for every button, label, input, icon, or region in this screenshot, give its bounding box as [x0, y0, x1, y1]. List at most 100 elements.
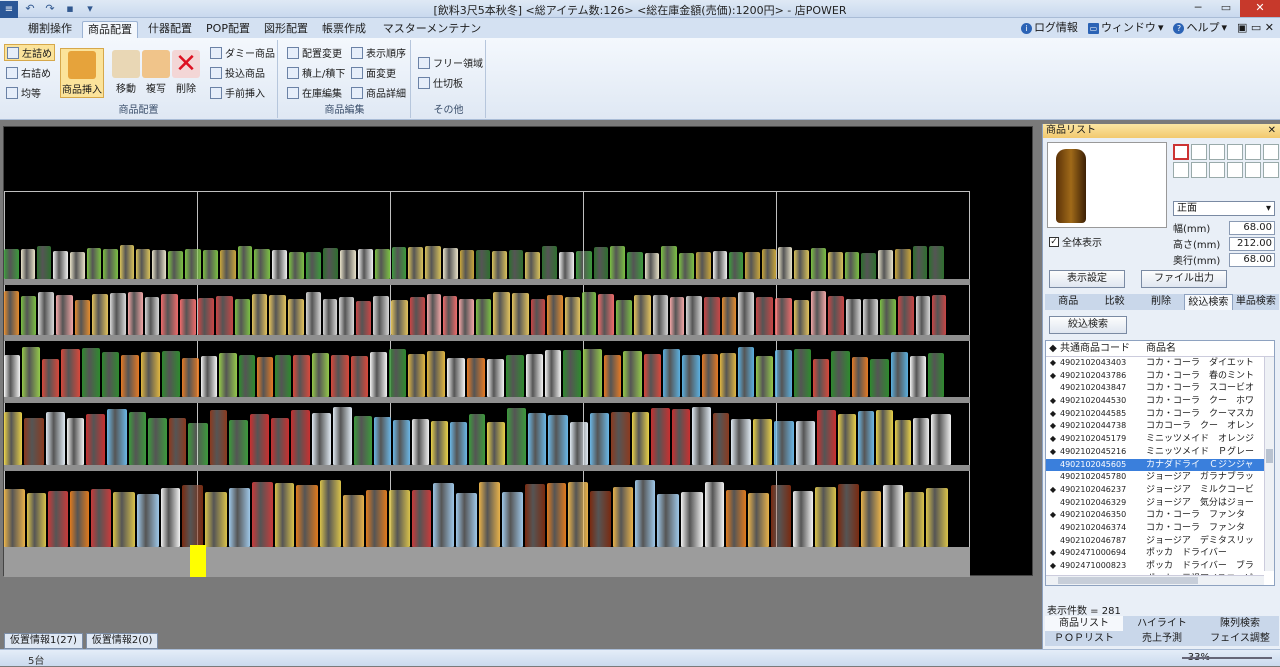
product-facing[interactable]	[811, 248, 826, 279]
free-area-button[interactable]: フリー領域	[416, 54, 485, 71]
minimize-icon[interactable]: ─	[1184, 0, 1212, 17]
product-facing[interactable]	[568, 482, 588, 547]
tab-filter-search[interactable]: 絞込検索	[1184, 294, 1233, 310]
product-facing[interactable]	[391, 300, 408, 335]
product-facing[interactable]	[306, 292, 321, 335]
product-facing[interactable]	[412, 419, 429, 465]
front-insert-button[interactable]: 手前挿入	[208, 84, 267, 101]
product-facing[interactable]	[356, 301, 371, 335]
product-facing[interactable]	[203, 250, 218, 279]
shelf-row-5[interactable]	[4, 477, 968, 547]
product-facing[interactable]	[895, 420, 911, 465]
product-facing[interactable]	[731, 419, 751, 465]
product-facing[interactable]	[161, 294, 178, 335]
product-facing[interactable]	[103, 249, 118, 279]
product-facing[interactable]	[576, 251, 592, 279]
product-facing[interactable]	[288, 299, 304, 335]
product-facing[interactable]	[692, 407, 711, 465]
list-item[interactable]: ◆ 4902102045216 ミニッツメイド Ｐグレー	[1046, 446, 1274, 459]
close-icon[interactable]: ✕	[1240, 0, 1280, 17]
product-facing[interactable]	[373, 296, 389, 335]
product-facing[interactable]	[323, 248, 338, 279]
product-facing[interactable]	[389, 349, 406, 397]
product-facing[interactable]	[4, 489, 25, 547]
product-facing[interactable]	[216, 296, 233, 335]
product-facing[interactable]	[858, 411, 874, 465]
product-facing[interactable]	[141, 352, 160, 397]
product-facing[interactable]	[507, 408, 526, 465]
product-facing[interactable]	[22, 347, 40, 397]
product-facing[interactable]	[271, 418, 289, 465]
product-facing[interactable]	[771, 485, 791, 547]
product-facing[interactable]	[443, 248, 458, 279]
product-facing[interactable]	[616, 300, 632, 335]
product-detail-button[interactable]: 商品詳細	[349, 84, 408, 101]
product-facing[interactable]	[720, 353, 736, 397]
login-info-menu[interactable]: i ログ情報	[1020, 20, 1078, 36]
product-facing[interactable]	[37, 246, 51, 279]
product-facing[interactable]	[644, 354, 661, 397]
shelf-row-2[interactable]	[4, 289, 968, 335]
product-facing[interactable]	[252, 294, 267, 335]
product-facing[interactable]	[729, 252, 743, 279]
product-facing[interactable]	[67, 418, 84, 465]
product-facing[interactable]	[492, 251, 507, 279]
product-facing[interactable]	[913, 418, 929, 465]
product-facing[interactable]	[502, 492, 523, 547]
product-facing[interactable]	[433, 483, 454, 547]
product-facing[interactable]	[107, 409, 127, 465]
product-facing[interactable]	[713, 251, 727, 279]
product-facing[interactable]	[815, 487, 836, 547]
help-menu[interactable]: ? ヘルプ ▾	[1173, 20, 1227, 36]
product-facing[interactable]	[775, 298, 792, 335]
product-facing[interactable]	[796, 421, 815, 465]
product-facing[interactable]	[845, 252, 859, 279]
product-facing[interactable]	[883, 485, 903, 547]
tab-product[interactable]: 商品	[1045, 294, 1091, 310]
shelf-row-4[interactable]	[4, 405, 968, 465]
product-facing[interactable]	[456, 493, 477, 547]
product-facing[interactable]	[704, 297, 720, 335]
product-facing[interactable]	[312, 353, 329, 397]
tab-product-placement[interactable]: 商品配置	[82, 21, 138, 38]
product-facing[interactable]	[610, 246, 625, 279]
stock-edit-button[interactable]: 在庫編集	[285, 84, 344, 101]
list-item[interactable]: 4902102046329 ジョージア 気分はジョー	[1046, 497, 1274, 510]
product-facing[interactable]	[392, 247, 406, 279]
product-facing[interactable]	[753, 419, 772, 465]
product-facing[interactable]	[831, 351, 850, 397]
product-facing[interactable]	[408, 247, 423, 279]
product-facing[interactable]	[275, 355, 291, 397]
product-facing[interactable]	[162, 351, 180, 397]
product-facing[interactable]	[722, 297, 736, 335]
product-facing[interactable]	[343, 495, 364, 547]
product-facing[interactable]	[82, 348, 100, 397]
product-facing[interactable]	[205, 492, 227, 547]
product-facing[interactable]	[838, 414, 856, 465]
product-facing[interactable]	[774, 421, 794, 465]
product-facing[interactable]	[148, 418, 167, 465]
product-facing[interactable]	[828, 296, 844, 335]
product-facing[interactable]	[120, 245, 134, 279]
product-facing[interactable]	[102, 352, 119, 397]
product-facing[interactable]	[870, 359, 889, 397]
maximize-icon[interactable]: ▭	[1212, 0, 1240, 17]
thumb-empty[interactable]	[1191, 162, 1207, 178]
thumb-empty[interactable]	[1245, 144, 1261, 160]
product-facing[interactable]	[185, 249, 201, 279]
product-facing[interactable]	[53, 251, 68, 279]
shelf-row-1[interactable]	[4, 243, 968, 279]
product-facing[interactable]	[878, 250, 893, 279]
product-facing[interactable]	[613, 487, 633, 547]
product-facing[interactable]	[366, 490, 387, 547]
ribbon-toggle-icons[interactable]: ▣ ▭ ✕	[1237, 20, 1274, 36]
product-facing[interactable]	[27, 493, 46, 547]
product-facing[interactable]	[738, 347, 754, 397]
product-facing[interactable]	[861, 491, 881, 547]
product-facing[interactable]	[182, 485, 203, 547]
product-facing[interactable]	[794, 250, 809, 279]
product-facing[interactable]	[393, 420, 410, 465]
product-facing[interactable]	[748, 493, 769, 547]
product-facing[interactable]	[70, 252, 85, 279]
list-item[interactable]: 4902102046787 ジョージア デミタスリッ	[1046, 535, 1274, 548]
